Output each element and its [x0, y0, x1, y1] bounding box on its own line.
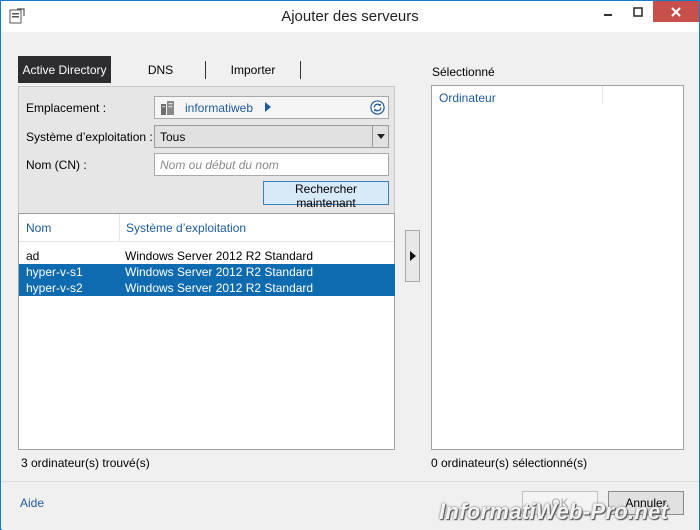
results-list[interactable]: Nom Système d’exploitation ad Windows Se… — [18, 213, 395, 450]
close-icon — [671, 6, 681, 17]
title-bar: Ajouter des serveurs — [1, 1, 699, 32]
search-panel: Emplacement : informatiweb Système d’exp… — [18, 86, 395, 213]
os-label: Système d’exploitation : — [26, 130, 153, 144]
site-watermark: InformatiWeb-Pro.net — [439, 499, 669, 524]
table-row[interactable]: hyper-v-s2 Windows Server 2012 R2 Standa… — [19, 280, 395, 296]
selected-list[interactable]: Ordinateur — [431, 85, 684, 450]
maximize-button[interactable] — [623, 1, 653, 22]
selected-count: 0 ordinateur(s) sélectionné(s) — [431, 456, 588, 470]
column-divider — [602, 86, 603, 104]
chevron-right-icon[interactable] — [265, 102, 271, 112]
location-label: Emplacement : — [26, 101, 107, 115]
results-list-header: Nom Système d’exploitation — [19, 214, 394, 242]
row-os: Windows Server 2012 R2 Standard — [125, 265, 314, 279]
column-divider — [119, 214, 120, 242]
caret-down-icon — [376, 134, 385, 139]
os-select-value: Tous — [160, 130, 186, 144]
domain-icon — [161, 101, 174, 115]
column-header-computer[interactable]: Ordinateur — [439, 91, 496, 105]
row-os: Windows Server 2012 R2 Standard — [125, 281, 314, 295]
os-select[interactable]: Tous — [154, 125, 389, 148]
help-link[interactable]: Aide — [20, 496, 44, 510]
refresh-icon[interactable] — [370, 100, 385, 115]
table-row[interactable]: hyper-v-s1 Windows Server 2012 R2 Standa… — [19, 264, 395, 280]
minimize-button[interactable] — [593, 1, 623, 22]
tab-dns[interactable]: DNS — [118, 56, 203, 83]
column-header-os[interactable]: Système d’exploitation — [126, 221, 246, 235]
tab-divider — [300, 61, 301, 79]
row-name: hyper-v-s2 — [26, 281, 83, 295]
add-servers-dialog: Ajouter des serveurs Active Directory DN… — [0, 0, 700, 530]
add-to-selection-button[interactable] — [405, 230, 420, 282]
os-dropdown-button[interactable] — [372, 126, 388, 147]
column-header-name[interactable]: Nom — [26, 221, 51, 235]
arrow-right-icon — [409, 251, 416, 261]
tab-importer[interactable]: Importer — [206, 56, 300, 83]
row-os: Windows Server 2012 R2 Standard — [125, 249, 314, 263]
cn-input[interactable] — [154, 153, 389, 176]
selected-label: Sélectionné — [432, 65, 495, 79]
tab-active-directory[interactable]: Active Directory — [18, 56, 111, 83]
location-value: informatiweb — [185, 101, 254, 115]
cn-label: Nom (CN) : — [26, 158, 87, 172]
results-count: 3 ordinateur(s) trouvé(s) — [21, 456, 150, 470]
table-row[interactable]: ad Windows Server 2012 R2 Standard — [19, 248, 395, 264]
location-field[interactable]: informatiweb — [154, 96, 389, 119]
maximize-icon — [633, 6, 643, 17]
close-button[interactable] — [653, 1, 699, 22]
minimize-icon — [604, 13, 612, 16]
search-now-button[interactable]: Rechercher maintenant — [263, 181, 389, 210]
row-name: ad — [26, 249, 40, 263]
row-name: hyper-v-s1 — [26, 265, 83, 279]
